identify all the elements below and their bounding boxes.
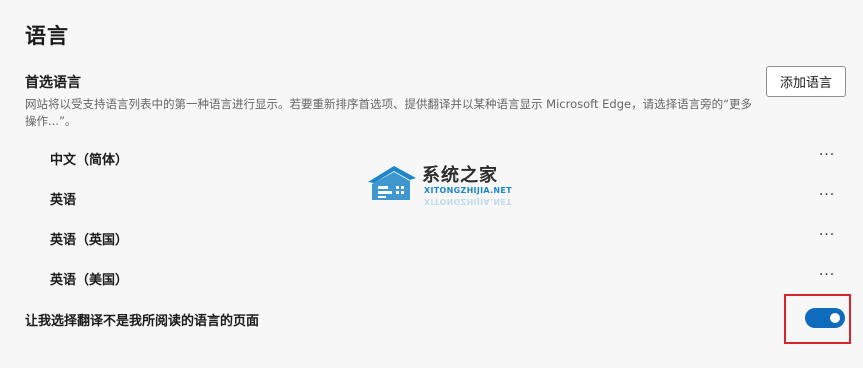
annotation-highlight-box: [784, 294, 851, 344]
preferred-languages-description: 网站将以受支持语言列表中的第一种语言进行显示。若要重新排序首选项、提供翻译并以某…: [25, 97, 753, 128]
watermark-name: 系统之家: [422, 165, 498, 186]
language-row-english-uk: 英语（英国） ···: [0, 218, 863, 258]
more-actions-button[interactable]: ···: [812, 146, 842, 168]
more-actions-button[interactable]: ···: [812, 226, 842, 248]
language-name: 英语（美国）: [50, 273, 129, 288]
watermark-logo: 系统之家 XITONGZHIJIA.NET XITONGZHIJIA.NET: [364, 160, 514, 208]
language-name: 中文（简体）: [50, 153, 129, 168]
page-title: 语言: [25, 24, 69, 48]
house-logo-icon: [368, 166, 416, 200]
preferred-languages-heading: 首选语言: [25, 75, 81, 91]
watermark-url: XITONGZHIJIA.NET: [424, 186, 512, 195]
translate-offer-label: 让我选择翻译不是我所阅读的语言的页面: [25, 314, 260, 329]
watermark-url-reflection: XITONGZHIJIA.NET: [424, 197, 512, 206]
language-name: 英语: [50, 193, 77, 208]
language-name: 英语（英国）: [50, 233, 129, 248]
more-actions-button[interactable]: ···: [812, 186, 842, 208]
add-language-button[interactable]: 添加语言: [766, 66, 846, 97]
language-row-english-us: 英语（美国） ···: [0, 258, 863, 298]
more-actions-button[interactable]: ···: [812, 266, 842, 288]
